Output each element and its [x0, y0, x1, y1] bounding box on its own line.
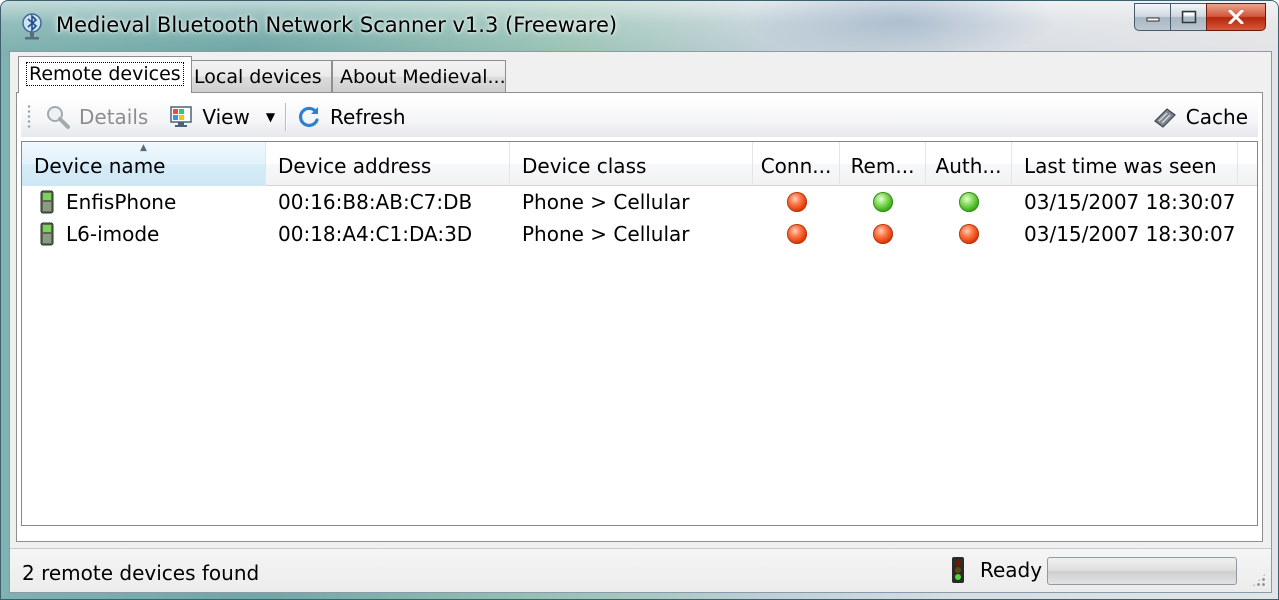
column-label: Auth... [935, 154, 1002, 178]
close-button[interactable] [1206, 3, 1266, 31]
minimize-button[interactable] [1134, 3, 1170, 31]
device-name: EnfisPhone [66, 190, 177, 214]
maximize-button[interactable] [1170, 3, 1206, 31]
details-button[interactable]: Details [39, 100, 154, 134]
app-window: Medieval Bluetooth Network Scanner v1.3 … [0, 0, 1279, 600]
toolbar-separator [285, 103, 287, 131]
close-icon [1228, 10, 1244, 24]
toolbar-grip[interactable] [27, 104, 31, 130]
column-connected[interactable]: Conn... [753, 142, 840, 186]
connected-status-red-icon [786, 224, 807, 244]
remembered-status-red-icon [873, 224, 893, 244]
column-label: Device class [522, 154, 647, 178]
progress-bar [1047, 557, 1237, 585]
column-label: Device name [34, 154, 166, 178]
tab-label: About Medieval... [340, 66, 506, 88]
cache-icon [1153, 108, 1176, 128]
remote-devices-panel: Details View ▼ Refresh Cache ▲ Device na… [16, 92, 1263, 542]
device-class: Phone > Cellular [522, 222, 690, 246]
tab-label: Remote devices [26, 62, 184, 86]
device-address: 00:18:A4:C1:DA:3D [278, 222, 473, 246]
list-item[interactable]: EnfisPhone 00:16:B8:AB:C7:DB Phone > Cel… [22, 186, 1257, 218]
magnifier-icon [47, 106, 70, 129]
traffic-light-icon [952, 557, 964, 583]
column-label: Device address [278, 154, 432, 178]
bluetooth-network-icon [22, 13, 42, 40]
authenticated-status-red-icon [959, 224, 979, 244]
device-class: Phone > Cellular [522, 190, 690, 214]
column-label: Rem... [850, 154, 915, 178]
column-device-class[interactable]: Device class [510, 142, 753, 186]
column-last-seen[interactable]: Last time was seen [1012, 142, 1238, 186]
minimize-icon [1146, 17, 1159, 22]
tab-remote-devices[interactable]: Remote devices [18, 56, 192, 93]
column-remembered[interactable]: Rem... [840, 142, 926, 186]
status-state: Ready [950, 553, 1042, 587]
column-label: Conn... [760, 154, 832, 178]
status-bar: 2 remote devices found Ready [10, 548, 1271, 592]
column-device-name[interactable]: ▲ Device name [22, 142, 266, 186]
tab-local-devices[interactable]: Local devices [186, 60, 332, 92]
mobile-phone-icon [40, 190, 54, 214]
toolbar: Details View ▼ Refresh Cache [21, 97, 1258, 137]
column-authenticated[interactable]: Auth... [926, 142, 1012, 186]
view-icon [170, 106, 193, 127]
column-device-address[interactable]: Device address [266, 142, 510, 186]
chevron-down-icon[interactable]: ▼ [266, 110, 275, 124]
window-title: Medieval Bluetooth Network Scanner v1.3 … [56, 13, 618, 37]
mobile-phone-icon [40, 222, 54, 246]
device-list[interactable]: ▲ Device name Device address Device clas… [21, 141, 1258, 526]
last-seen: 03/15/2007 18:30:07 [1024, 222, 1236, 246]
caption-buttons [1134, 3, 1266, 31]
resize-grip[interactable] [1251, 572, 1267, 588]
refresh-icon [299, 106, 319, 127]
authenticated-status-green-icon [959, 192, 979, 212]
device-name: L6-imode [66, 222, 160, 246]
view-button[interactable]: View ▼ [162, 100, 281, 134]
device-address: 00:16:B8:AB:C7:DB [278, 190, 473, 214]
details-label: Details [79, 105, 149, 129]
column-label: Last time was seen [1024, 154, 1217, 178]
refresh-button[interactable]: Refresh [290, 100, 412, 134]
view-label: View [202, 105, 250, 129]
cache-button[interactable]: Cache [1146, 100, 1254, 134]
connected-status-red-icon [786, 192, 807, 212]
refresh-label: Refresh [330, 105, 406, 129]
client-area: Remote devices Local devices About Medie… [9, 51, 1272, 593]
list-item[interactable]: L6-imode 00:18:A4:C1:DA:3D Phone > Cellu… [22, 218, 1257, 250]
title-bar[interactable]: Medieval Bluetooth Network Scanner v1.3 … [1, 1, 1278, 51]
cache-label: Cache [1185, 105, 1248, 129]
remembered-status-green-icon [873, 192, 893, 212]
status-ready-label: Ready [980, 558, 1043, 582]
status-message: 2 remote devices found [22, 561, 260, 585]
maximize-icon [1181, 10, 1196, 24]
last-seen: 03/15/2007 18:30:07 [1024, 190, 1236, 214]
sort-ascending-icon: ▲ [140, 143, 147, 153]
list-header: ▲ Device name Device address Device clas… [22, 142, 1257, 186]
tab-label: Local devices [194, 66, 322, 88]
tab-about-medieval[interactable]: About Medieval... [332, 60, 506, 92]
